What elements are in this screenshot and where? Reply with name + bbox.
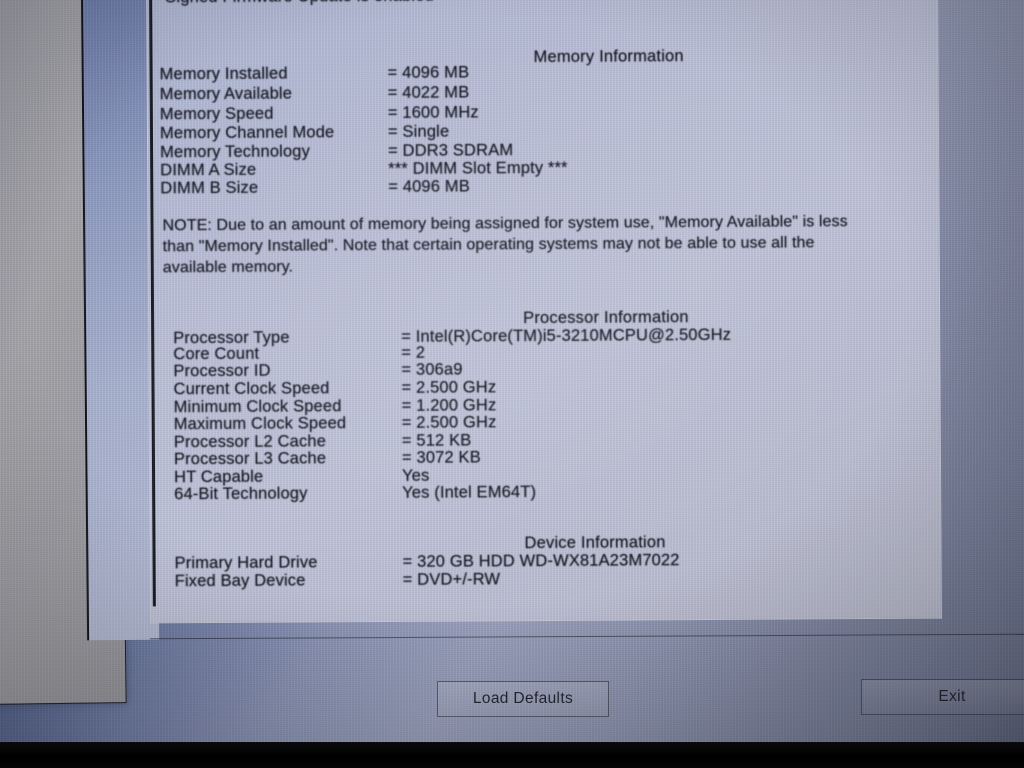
row-value: = DVD+/-RW	[402, 570, 501, 589]
row-value: = 4096 MB	[388, 177, 470, 196]
monitor-display-area: Signed Firmware Update is enabled Memory…	[0, 0, 1024, 742]
info-row-fixed-bay-device: Fixed Bay Device = DVD+/-RW	[175, 568, 935, 592]
row-value: = Single	[387, 122, 450, 141]
row-label: Memory Installed	[159, 64, 288, 84]
monitor-bezel	[0, 742, 1024, 768]
row-value: = 306a9	[401, 360, 463, 379]
row-value: = DDR3 SDRAM	[388, 141, 514, 160]
row-label: Processor L3 Cache	[173, 449, 327, 469]
row-value: = 2.500 GHz	[401, 378, 497, 397]
row-label: DIMM B Size	[160, 178, 259, 198]
row-value: = 1600 MHz	[387, 103, 479, 122]
row-label: Memory Technology	[160, 142, 311, 162]
row-value: Yes (Intel EM64T)	[402, 483, 537, 502]
exit-button[interactable]: Exit	[861, 679, 1024, 715]
signed-firmware-status-text: Signed Firmware Update is enabled	[165, 0, 434, 7]
row-label: DIMM A Size	[160, 160, 257, 180]
row-label: Memory Speed	[159, 104, 274, 124]
scrollbar-rail[interactable]	[149, 0, 156, 607]
row-value: = 3072 KB	[401, 448, 481, 467]
row-label: Primary Hard Drive	[174, 553, 318, 573]
row-value: = 4022 MB	[387, 83, 470, 102]
bios-screen-photo: Signed Firmware Update is enabled Memory…	[0, 0, 1024, 768]
row-value: = 2.500 GHz	[401, 413, 497, 432]
system-information-content: Signed Firmware Update is enabled Memory…	[159, 0, 933, 622]
system-information-panel: Signed Firmware Update is enabled Memory…	[146, 0, 942, 624]
row-label: Maximum Clock Speed	[173, 414, 347, 434]
row-label: Processor ID	[173, 361, 271, 381]
row-value: *** DIMM Slot Empty ***	[388, 158, 568, 178]
row-label: Memory Channel Mode	[159, 123, 335, 143]
row-value: = 4096 MB	[387, 63, 470, 82]
section-title-processor-information: Processor Information	[523, 308, 689, 328]
row-label: Memory Available	[159, 84, 293, 104]
memory-note-line-3: available memory.	[162, 258, 294, 277]
toolbar-divider	[150, 633, 1024, 640]
load-defaults-button[interactable]: Load Defaults	[437, 681, 609, 717]
section-title-device-information: Device Information	[524, 533, 666, 553]
row-label: Current Clock Speed	[173, 379, 330, 399]
row-label: Fixed Bay Device	[174, 571, 306, 591]
row-label: 64-Bit Technology	[174, 484, 308, 504]
info-row-64-bit-technology: 64-Bit Technology Yes (Intel EM64T)	[174, 481, 934, 505]
info-row-dimm-b-size: DIMM B Size = 4096 MB	[160, 175, 920, 199]
